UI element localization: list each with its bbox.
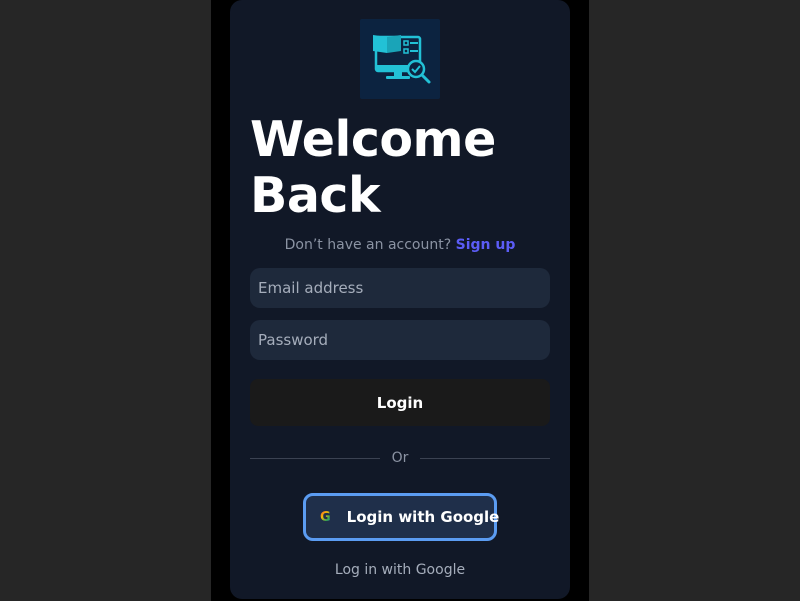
google-login-label: Login with Google bbox=[346, 508, 500, 526]
email-field[interactable] bbox=[250, 268, 550, 308]
page-title: Welcome Back bbox=[250, 111, 496, 224]
google-login-button[interactable]: G Login with Google bbox=[303, 493, 500, 541]
google-icon: G bbox=[320, 509, 331, 525]
signup-prompt-text: Don’t have an account? bbox=[284, 237, 452, 253]
divider-line-right bbox=[420, 458, 550, 459]
google-login-link[interactable]: Log in with Google bbox=[250, 562, 550, 578]
book-monitor-check-icon bbox=[373, 35, 431, 84]
signup-link[interactable]: Sign up bbox=[456, 237, 516, 253]
signup-prompt: Don’t have an account? Sign up bbox=[250, 237, 550, 253]
logo bbox=[360, 19, 440, 99]
password-field[interactable] bbox=[250, 320, 550, 360]
divider-line-left bbox=[250, 458, 380, 459]
login-button[interactable]: Login bbox=[250, 379, 550, 426]
divider-label: Or bbox=[391, 450, 409, 466]
